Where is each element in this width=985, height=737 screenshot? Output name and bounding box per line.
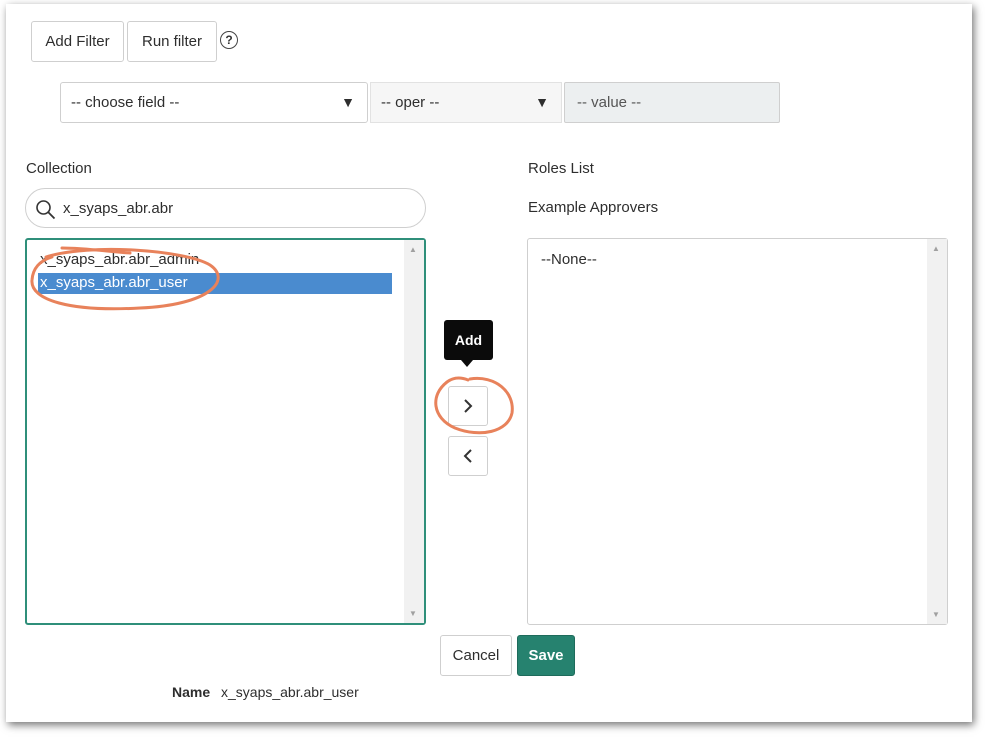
question-circle-icon[interactable]: ? — [220, 31, 238, 49]
collection-list-item[interactable]: x_syaps_abr.abr_admin — [40, 251, 199, 268]
collection-list[interactable]: x_syaps_abr.abr_admin x_syaps_abr.abr_us… — [25, 238, 426, 625]
value-input[interactable]: -- value -- — [564, 82, 780, 123]
save-button[interactable]: Save — [517, 635, 575, 676]
scroll-down-icon[interactable]: ▼ — [932, 610, 940, 619]
example-approvers-label: Example Approvers — [528, 199, 659, 216]
roles-scrollbar[interactable]: ▲ ▼ — [927, 239, 947, 624]
add-tooltip: Add — [444, 320, 493, 360]
operator-select[interactable]: -- oper -- ▼ — [370, 82, 562, 123]
dropdown-arrow-icon: ▼ — [535, 94, 549, 110]
tooltip-arrow — [461, 360, 473, 367]
collection-search-input[interactable]: x_syaps_abr.abr — [25, 188, 426, 228]
add-filter-button[interactable]: Add Filter — [31, 21, 124, 62]
scroll-up-icon[interactable]: ▲ — [932, 244, 940, 253]
chevron-left-icon — [463, 449, 472, 463]
add-button[interactable] — [448, 386, 488, 426]
collection-scrollbar[interactable]: ▲ ▼ — [404, 240, 424, 623]
collection-label: Collection — [26, 160, 92, 177]
field-select[interactable]: -- choose field -- ▼ — [60, 82, 368, 123]
roles-list-label: Roles List — [528, 160, 594, 177]
cancel-button[interactable]: Cancel — [440, 635, 512, 676]
scroll-down-icon[interactable]: ▼ — [409, 609, 417, 618]
name-label: Name — [172, 684, 211, 700]
search-value: x_syaps_abr.abr — [63, 200, 174, 217]
dropdown-arrow-icon: ▼ — [341, 94, 355, 110]
scroll-up-icon[interactable]: ▲ — [409, 245, 417, 254]
name-value: x_syaps_abr.abr_user — [221, 684, 359, 700]
field-select-value: -- choose field -- — [71, 94, 180, 111]
remove-button[interactable] — [448, 436, 488, 476]
operator-select-value: -- oper -- — [381, 94, 440, 111]
run-filter-button[interactable]: Run filter — [127, 21, 217, 62]
magnifier-icon — [36, 200, 56, 220]
roles-list-item[interactable]: --None-- — [541, 251, 597, 268]
collection-list-item-label: x_syaps_abr.abr_user — [40, 274, 188, 291]
roles-list[interactable]: --None-- ▲ ▼ — [527, 238, 948, 625]
chevron-right-icon — [464, 399, 473, 413]
